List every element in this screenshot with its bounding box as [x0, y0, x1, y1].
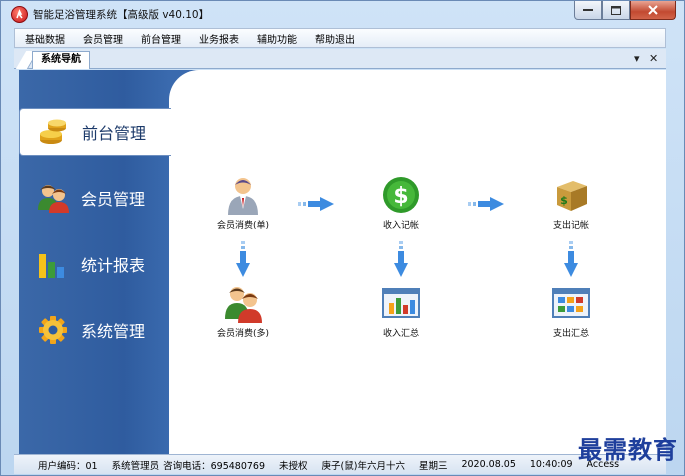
menu-bar: 基础数据 会员管理 前台管理 业务报表 辅助功能 帮助退出	[14, 28, 666, 48]
expense-summary-label: 支出汇总	[552, 329, 589, 339]
member-consume-multi-button[interactable]: 会员消费(多)	[203, 283, 283, 339]
nav-item-front-desk[interactable]: 前台管理	[19, 108, 171, 156]
expense-summary-button[interactable]: 支出汇总	[531, 283, 611, 339]
status-lunar-date: 庚子(鼠)年六月十六	[321, 460, 405, 472]
income-summary-button[interactable]: 收入汇总	[361, 283, 441, 339]
menu-basic-data[interactable]: 基础数据	[25, 31, 65, 46]
app-logo-icon	[11, 6, 28, 23]
members-icon	[38, 185, 69, 213]
bar-chart-icon	[39, 254, 64, 278]
svg-text:$: $	[393, 184, 408, 209]
window-title: 智能足浴管理系统【高级版 v40.10】	[33, 9, 210, 21]
expense-record-button[interactable]: $ 支出记帐	[531, 175, 611, 231]
expense-record-label: 支出记帐	[552, 221, 589, 231]
svg-text:$: $	[560, 194, 568, 207]
arrow-right-icon	[298, 197, 334, 211]
nav-label-members: 会员管理	[81, 190, 146, 209]
tab-system-navigation[interactable]: 系统导航	[32, 51, 90, 69]
status-weekday: 星期三	[418, 460, 448, 472]
tab-close-icon[interactable]: ✕	[649, 52, 658, 65]
money-box-icon: $	[551, 175, 591, 215]
maximize-icon	[611, 5, 621, 15]
menu-business-reports[interactable]: 业务报表	[199, 31, 239, 46]
status-phone: 咨询电话：695480769	[163, 460, 266, 472]
watermark-text: 最需教育	[578, 435, 678, 464]
maximize-button[interactable]	[602, 1, 630, 20]
nav-item-system[interactable]: 系统管理	[19, 306, 169, 354]
nav-item-reports[interactable]: 统计报表	[19, 240, 169, 288]
tab-strip: 系统导航 ▾ ✕	[14, 49, 666, 69]
dollar-icon: $	[381, 175, 421, 215]
member-single-icon	[223, 175, 263, 215]
title-bar: 智能足浴管理系统【高级版 v40.10】	[1, 1, 684, 27]
status-license: 未授权	[279, 460, 308, 472]
arrow-down-icon	[394, 241, 408, 277]
minimize-button[interactable]	[574, 1, 602, 20]
status-date: 2020.08.05	[461, 459, 516, 470]
close-button[interactable]	[630, 1, 676, 20]
tab-menu-icon[interactable]: ▾	[634, 52, 640, 65]
status-bar: 用户编码：01 系统管理员 咨询电话：695480769 未授权 庚子(鼠)年六…	[14, 454, 666, 474]
window-controls	[574, 1, 676, 20]
menu-help-exit[interactable]: 帮助退出	[315, 31, 355, 46]
arrow-right-icon	[468, 197, 504, 211]
member-single-label: 会员消费(单)	[216, 221, 270, 231]
menu-utilities[interactable]: 辅助功能	[257, 31, 297, 46]
nav-label-system: 系统管理	[81, 322, 146, 341]
income-record-label: 收入记帐	[382, 221, 419, 231]
arrow-down-icon	[236, 241, 250, 277]
minimize-icon	[583, 9, 593, 11]
nav-item-members[interactable]: 会员管理	[19, 174, 169, 222]
nav-label-front-desk: 前台管理	[82, 124, 147, 143]
coins-icon	[40, 119, 66, 144]
members-multi-icon	[223, 283, 263, 323]
gear-icon	[39, 316, 67, 344]
member-consume-single-button[interactable]: 会员消费(单)	[203, 175, 283, 231]
nav-label-reports: 统计报表	[81, 256, 146, 275]
status-operator: 系统管理员	[111, 460, 160, 472]
navigation-panel: 前台管理 会员管理 统计报表 系统管理 会员消费(单) $ 收入记帐 $ 支出记…	[19, 70, 666, 454]
member-multi-label: 会员消费(多)	[216, 329, 270, 339]
income-summary-label: 收入汇总	[382, 329, 419, 339]
menu-front-desk[interactable]: 前台管理	[141, 31, 181, 46]
menu-member-management[interactable]: 会员管理	[83, 31, 123, 46]
close-icon	[648, 5, 658, 15]
status-user: 用户编码：01	[38, 460, 98, 472]
arrow-down-icon	[564, 241, 578, 277]
bar-report-icon	[381, 283, 421, 323]
income-record-button[interactable]: $ 收入记帐	[361, 175, 441, 231]
nav-corner	[169, 70, 209, 100]
grid-report-icon	[551, 283, 591, 323]
status-time: 10:40:09	[529, 459, 573, 470]
app-window: 智能足浴管理系统【高级版 v40.10】 基础数据 会员管理 前台管理 业务报表…	[0, 0, 685, 476]
